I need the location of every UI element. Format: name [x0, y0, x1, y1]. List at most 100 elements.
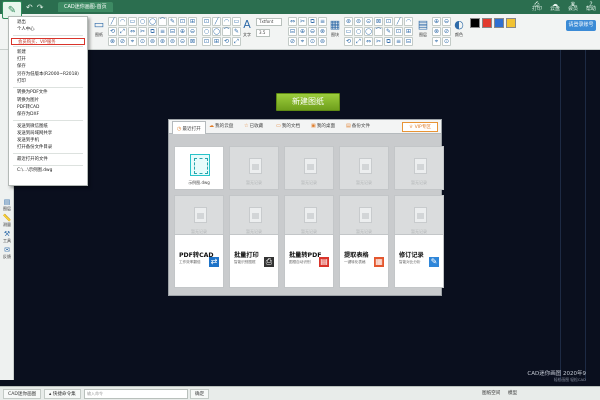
toolbar-tool-button[interactable]: ⊜	[168, 37, 177, 46]
menu-item[interactable]: 会员购买、VIP服务	[11, 37, 85, 45]
toolbar-tool-button[interactable]: ⌒	[222, 27, 231, 36]
toolbar-tool-button[interactable]: ⇔	[128, 27, 137, 36]
menu-item[interactable]: 打开	[9, 56, 87, 63]
menu-item[interactable]: 发送到局域网共享	[9, 130, 87, 137]
menu-item[interactable]: 最近打开的文件	[9, 156, 87, 163]
toolbar-tool-button[interactable]: ⊗	[432, 27, 441, 36]
title-item-print[interactable]: ⎙ 打印	[532, 2, 542, 12]
status-model[interactable]: 模型	[508, 389, 517, 399]
vip-zone-button[interactable]: ♕ VIP专区	[402, 122, 438, 132]
tab-recent[interactable]: ◷ 最近打开	[172, 121, 206, 134]
login-button[interactable]: 请登录账号	[566, 20, 596, 31]
toolbar-tool-button[interactable]: ⟲	[222, 37, 231, 46]
toolbar-tool-button[interactable]: ⧉	[308, 17, 317, 26]
menu-item[interactable]: 保存为DXF	[9, 111, 87, 118]
toolbar-tool-button[interactable]: ⊖	[442, 17, 451, 26]
app-tab[interactable]: CAD迷你画图	[3, 389, 42, 399]
command-set-tab[interactable]: ▴ 快捷命令集	[44, 389, 81, 399]
menu-item[interactable]: PDF转CAD	[9, 104, 87, 111]
toolbar-tool-button[interactable]: ⊘	[442, 27, 451, 36]
status-paper-space[interactable]: 图纸空间	[482, 389, 500, 399]
toolbar-tool-button[interactable]: ⊟	[288, 27, 297, 36]
toolbar-tool-button[interactable]: ⊝	[178, 37, 187, 46]
toolbar-tool-button[interactable]: ○	[202, 27, 211, 36]
title-item-cloud[interactable]: ☁ 云盘	[550, 2, 560, 12]
menu-item[interactable]: 转换为图片	[9, 97, 87, 104]
toolbar-tool-button[interactable]: ⟲	[344, 37, 353, 46]
toolbar-tool-button[interactable]: ⌖	[432, 37, 441, 46]
new-drawing-button[interactable]: 新建图纸	[276, 93, 340, 111]
undo-icon[interactable]: ↶	[26, 3, 33, 12]
title-item-help[interactable]: ? 帮助	[586, 2, 596, 12]
toolbar-tool-button[interactable]: ╱	[108, 17, 117, 26]
toolbar-tool-button[interactable]: ✂	[138, 27, 147, 36]
menu-item[interactable]: 打印	[9, 78, 87, 85]
toolbar-tool-button[interactable]: ⊖	[188, 27, 197, 36]
toolbar-tool-button[interactable]: ⊗	[318, 27, 327, 36]
command-input[interactable]: 输入命令	[84, 389, 188, 399]
toolbar-tool-button[interactable]: ⊖	[308, 27, 317, 36]
menu-item[interactable]: 另存为低版本(R2000~R2018)	[9, 71, 87, 78]
menu-item[interactable]: 打开备份文件目录	[9, 144, 87, 151]
color-swatch[interactable]	[482, 18, 492, 28]
toolbar-tool-button[interactable]: ⊘	[288, 37, 297, 46]
feature-card[interactable]: 提取表格 一键转化表格 ▦	[339, 234, 389, 288]
font-size-select[interactable]: 3.5	[256, 29, 270, 37]
toolbar-tool-button[interactable]: ⊕	[178, 27, 187, 36]
document-tab[interactable]: CAD迷你画图-首页	[58, 2, 113, 12]
toolbar-tool-button[interactable]: ⊛	[158, 37, 167, 46]
toolbar-tool-button[interactable]: ◯	[148, 17, 157, 26]
menu-item[interactable]: 保存	[9, 63, 87, 70]
toolbar-tool-button[interactable]: ✂	[298, 17, 307, 26]
menu-item[interactable]: 个人中心	[9, 26, 87, 33]
tab-cloud[interactable]: ☁ 我的云盘	[209, 123, 233, 129]
sidebar-item-layers[interactable]: ▤ 图层	[1, 198, 13, 212]
toolbar-tool-button[interactable]: ⊠	[188, 37, 197, 46]
toolbar-tool-button[interactable]: ⊙	[442, 37, 451, 46]
toolbar-tool-button[interactable]: ⊟	[168, 27, 177, 36]
toolbar-tool-button[interactable]: ▭	[344, 27, 353, 36]
font-select[interactable]: Txtfont	[256, 18, 282, 26]
toolbar-tool-button[interactable]: ⌖	[298, 37, 307, 46]
toolbar-tool-button[interactable]: ⇔	[288, 17, 297, 26]
tool-color[interactable]: ◐ 颜色	[452, 18, 466, 44]
toolbar-tool-button[interactable]: ⊞	[404, 27, 413, 36]
toolbar-tool-button[interactable]: ✎	[384, 27, 393, 36]
feature-card[interactable]: 批量打印 智能识别图框 ⎙	[229, 234, 279, 288]
toolbar-tool-button[interactable]: ⧉	[384, 37, 393, 46]
menu-item[interactable]: C:\...\示例图.dwg	[9, 167, 87, 174]
feature-card[interactable]: PDF转CAD 工作效率翻倍 ⇄	[174, 234, 224, 288]
toolbar-tool-button[interactable]: ⌒	[374, 27, 383, 36]
toolbar-tool-button[interactable]: ⊡	[178, 17, 187, 26]
toolbar-tool-button[interactable]: ○	[138, 17, 147, 26]
toolbar-tool-button[interactable]: ⊚	[148, 37, 157, 46]
color-swatch[interactable]	[470, 18, 480, 28]
toolbar-tool-button[interactable]: ╱	[212, 17, 221, 26]
toolbar-tool-button[interactable]: ╱	[394, 17, 403, 26]
menu-item[interactable]: 转换为PDF文件	[9, 89, 87, 96]
sidebar-item-feedback[interactable]: ✉ 反馈	[1, 246, 13, 260]
toolbar-tool-button[interactable]: ⤢	[118, 27, 127, 36]
tab-documents[interactable]: ▭ 我的文档	[276, 123, 300, 129]
toolbar-tool-button[interactable]: ⊗	[108, 37, 117, 46]
toolbar-tool-button[interactable]: ⊜	[354, 17, 363, 26]
feature-card[interactable]: 修订记录 智能对比分析 ✎	[394, 234, 444, 288]
toolbar-tool-button[interactable]: ▭	[128, 17, 137, 26]
toolbar-tool-button[interactable]: ⇔	[364, 37, 373, 46]
toolbar-tool-button[interactable]: ⊡	[202, 17, 211, 26]
tab-backup[interactable]: ▤ 备份文件	[346, 123, 370, 129]
toolbar-tool-button[interactable]: ⊞	[212, 37, 221, 46]
toolbar-tool-button[interactable]: ⊞	[188, 17, 197, 26]
toolbar-tool-button[interactable]: ≡	[318, 17, 327, 26]
tab-favorites[interactable]: ☆ 已收藏	[244, 123, 263, 129]
tool-block[interactable]: ▦ 图块	[328, 18, 342, 44]
menu-item[interactable]: 新建	[9, 49, 87, 56]
toolbar-tool-button[interactable]: ⊠	[374, 17, 383, 26]
toolbar-tool-button[interactable]: ✂	[374, 37, 383, 46]
command-confirm-button[interactable]: 确定	[190, 389, 210, 399]
toolbar-tool-button[interactable]: ○	[354, 27, 363, 36]
toolbar-tool-button[interactable]: ⊝	[364, 17, 373, 26]
toolbar-tool-button[interactable]: ⌒	[158, 17, 167, 26]
toolbar-tool-button[interactable]: ⊙	[308, 37, 317, 46]
menu-item[interactable]: 发送到手机	[9, 137, 87, 144]
